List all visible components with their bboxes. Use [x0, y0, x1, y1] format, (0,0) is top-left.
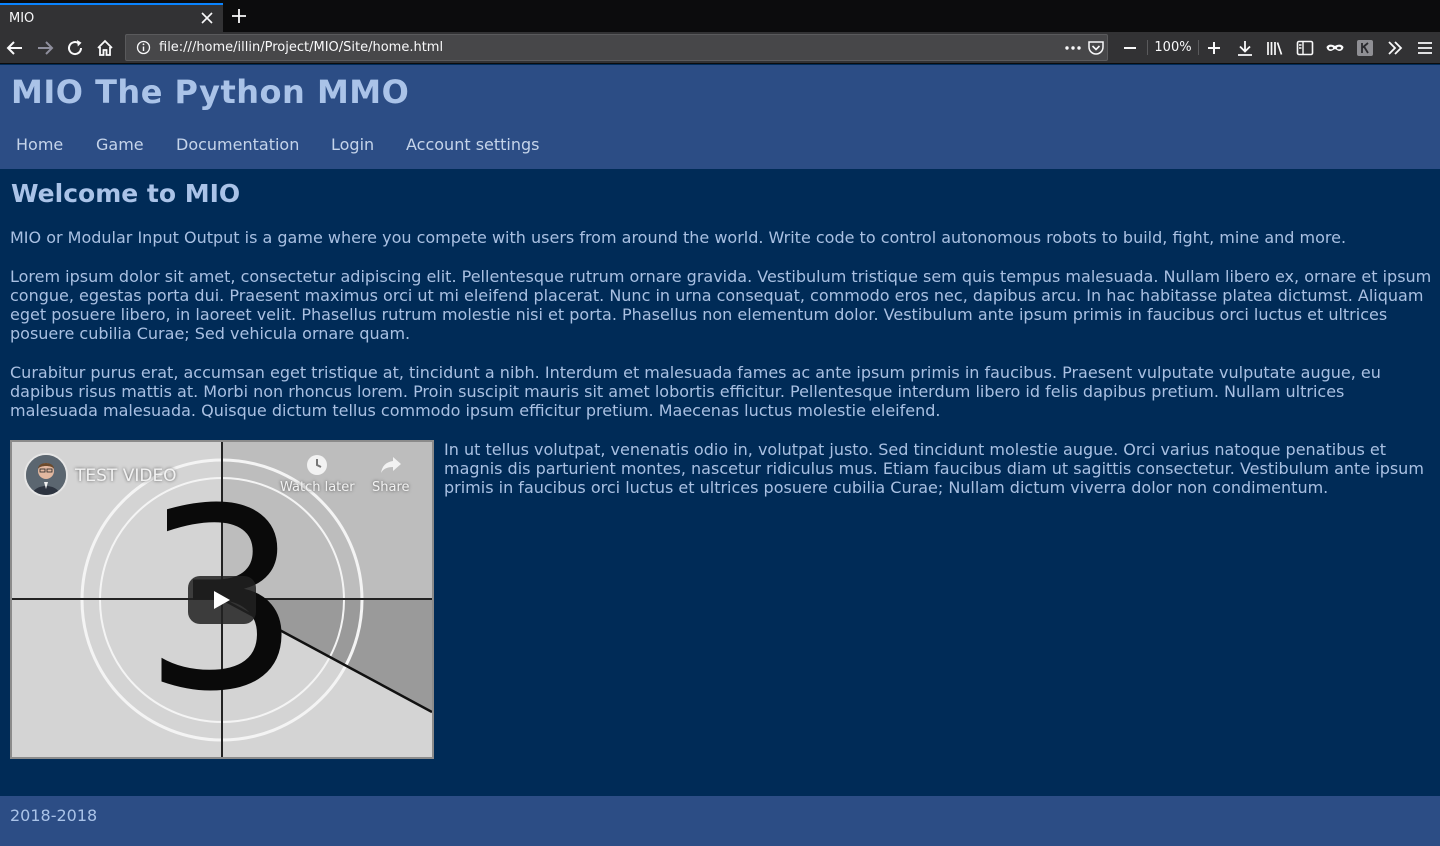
- zoom-out-icon[interactable]: [1120, 38, 1140, 58]
- sidebar-icon[interactable]: [1295, 38, 1315, 58]
- nav-link-home[interactable]: Home: [16, 135, 63, 154]
- play-button[interactable]: [188, 576, 256, 624]
- browser-tab-bar: MIO: [0, 0, 1440, 32]
- lorem-paragraph-1: Lorem ipsum dolor sit amet, consectetur …: [10, 267, 1432, 343]
- browser-toolbar: file:///home/illin/Project/MIO/Site/home…: [0, 32, 1440, 64]
- video-embed[interactable]: 3 TEST VIDEO Watch later: [10, 440, 434, 759]
- clock-icon: [307, 455, 328, 475]
- library-icon[interactable]: [1265, 38, 1285, 58]
- play-icon: [214, 591, 230, 609]
- share-arrow-icon: [380, 457, 401, 473]
- welcome-heading: Welcome to MIO: [11, 179, 241, 208]
- home-icon[interactable]: [95, 38, 115, 58]
- main-content: Welcome to MIO MIO or Modular Input Outp…: [0, 169, 1440, 796]
- watch-later-button[interactable]: Watch later: [280, 454, 355, 495]
- tab-title: MIO: [9, 11, 35, 26]
- page-actions-icon[interactable]: [1063, 39, 1083, 57]
- video-title[interactable]: TEST VIDEO: [75, 466, 177, 486]
- extension-icon[interactable]: [1355, 38, 1375, 58]
- downloads-icon[interactable]: [1235, 38, 1255, 58]
- nav-link-login[interactable]: Login: [331, 135, 374, 154]
- forward-icon[interactable]: [35, 38, 55, 58]
- url-text: file:///home/illin/Project/MIO/Site/home…: [159, 40, 444, 55]
- new-tab-icon[interactable]: [230, 7, 248, 25]
- nav-link-game[interactable]: Game: [96, 135, 144, 154]
- back-icon[interactable]: [5, 38, 25, 58]
- channel-avatar[interactable]: [24, 453, 68, 497]
- footer-text: 2018-2018: [10, 806, 98, 825]
- hamburger-menu-icon[interactable]: [1415, 38, 1435, 58]
- pocket-icon[interactable]: [1087, 39, 1105, 57]
- private-mask-icon[interactable]: [1325, 38, 1345, 58]
- zoom-level[interactable]: 100%: [1147, 40, 1199, 55]
- site-title: MIO The Python MMO: [11, 73, 410, 111]
- browser-tab-active[interactable]: MIO: [0, 3, 223, 32]
- overflow-chevrons-icon[interactable]: [1385, 38, 1405, 58]
- nav-link-account-settings[interactable]: Account settings: [406, 135, 540, 154]
- close-tab-icon[interactable]: [199, 10, 215, 26]
- lorem-paragraph-2: Curabitur purus erat, accumsan eget tris…: [10, 363, 1381, 420]
- share-label: Share: [372, 480, 410, 495]
- zoom-in-icon[interactable]: [1204, 38, 1224, 58]
- reload-icon[interactable]: [65, 38, 85, 58]
- watch-later-label: Watch later: [280, 480, 355, 495]
- intro-paragraph: MIO or Modular Input Output is a game wh…: [10, 228, 1347, 247]
- share-button[interactable]: Share: [372, 454, 410, 495]
- nav-link-documentation[interactable]: Documentation: [176, 135, 299, 154]
- site-footer: 2018-2018: [0, 796, 1440, 846]
- url-bar[interactable]: file:///home/illin/Project/MIO/Site/home…: [125, 34, 1108, 61]
- lorem-paragraph-3: In ut tellus volutpat, venenatis odio in…: [444, 440, 1424, 497]
- info-icon[interactable]: [136, 40, 151, 55]
- site-header: MIO The Python MMO Home Game Documentati…: [0, 65, 1440, 169]
